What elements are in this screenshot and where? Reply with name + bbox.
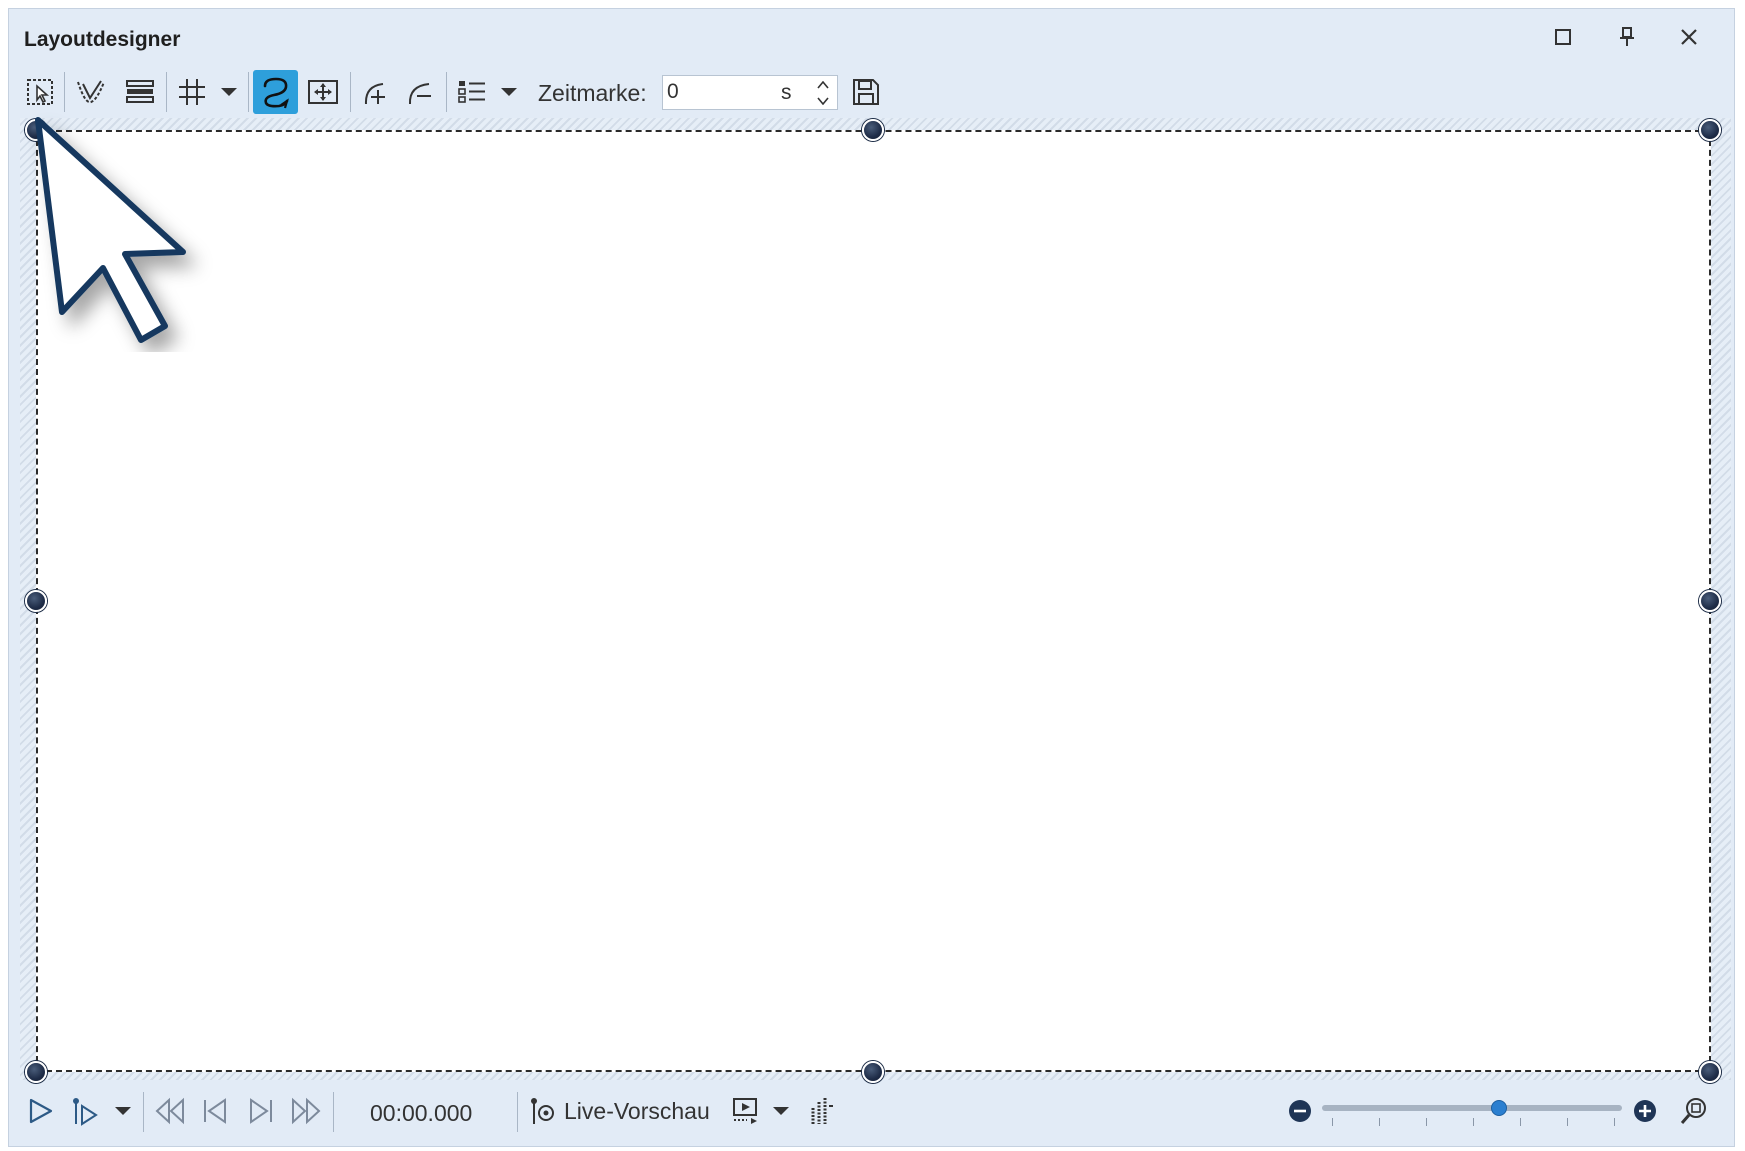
toolbar-separator	[64, 72, 65, 112]
zeitmarke-field[interactable]: s	[662, 75, 838, 110]
spin-up-button[interactable]	[813, 77, 833, 92]
zoom-tick	[1614, 1118, 1615, 1126]
preview-mode-button[interactable]	[726, 1090, 766, 1132]
toolbar-separator	[517, 1092, 518, 1132]
zeitmarke-label: Zeitmarke:	[538, 80, 647, 106]
pointer-cursor-icon	[35, 117, 186, 343]
spin-down-button[interactable]	[813, 93, 833, 108]
previous-frame-icon	[204, 1098, 226, 1124]
close-button[interactable]	[1674, 22, 1704, 52]
dropdown-arrow-icon	[115, 1107, 131, 1115]
resize-handle-bottom-right[interactable]	[1699, 1061, 1721, 1083]
remove-node-button[interactable]	[400, 70, 440, 114]
zeitmarke-unit: s	[781, 81, 792, 104]
fast-forward-button[interactable]	[286, 1090, 326, 1132]
save-button[interactable]	[846, 70, 886, 114]
list-dropdown-button[interactable]	[496, 70, 522, 114]
zoom-slider[interactable]	[1322, 1100, 1622, 1140]
live-preview-button[interactable]: Live-Vorschau	[530, 1090, 710, 1132]
zoom-tick	[1426, 1118, 1427, 1126]
resize-handle-middle-right[interactable]	[1699, 590, 1721, 612]
dropdown-arrow-icon	[221, 88, 237, 96]
zoom-out-icon	[1289, 1100, 1311, 1122]
preview-dropdown-button[interactable]	[768, 1090, 794, 1132]
path-curve-icon	[263, 77, 289, 109]
dropdown-arrow-icon	[773, 1107, 789, 1115]
add-node-button[interactable]	[356, 70, 396, 114]
dropdown-arrow-icon	[501, 88, 517, 96]
previous-frame-button[interactable]	[196, 1090, 234, 1132]
select-tool-button[interactable]	[22, 70, 58, 114]
play-icon	[29, 1098, 53, 1124]
node-edit-icon	[77, 80, 105, 104]
next-frame-button[interactable]	[242, 1090, 280, 1132]
list-icon	[458, 81, 485, 103]
zoom-slider-knob[interactable]	[1491, 1100, 1507, 1116]
resize-handle-top-right[interactable]	[1699, 119, 1721, 141]
audio-levels-icon	[811, 1098, 833, 1124]
audio-levels-button[interactable]	[804, 1090, 840, 1132]
preview-screen-icon	[733, 1098, 757, 1124]
maximize-button[interactable]	[1548, 22, 1578, 52]
playback-time: 00:00.000	[370, 1100, 473, 1126]
path-curve-button[interactable]	[253, 70, 298, 114]
toolbar-separator	[333, 1092, 334, 1132]
rewind-icon	[155, 1097, 184, 1125]
layers-button[interactable]	[120, 70, 160, 114]
zoom-in-icon	[1634, 1100, 1656, 1122]
layers-icon	[126, 80, 154, 103]
keyframe-frame-button[interactable]	[303, 70, 343, 114]
play-dropdown-button[interactable]	[110, 1090, 136, 1132]
play-from-marker-icon	[73, 1098, 98, 1126]
resize-handle-top-center[interactable]	[862, 119, 884, 141]
toolbar-separator	[350, 72, 351, 112]
zoom-fit-icon	[1680, 1098, 1706, 1124]
pin-button[interactable]	[1612, 22, 1642, 52]
resize-handle-bottom-left[interactable]	[25, 1061, 47, 1083]
play-from-marker-button[interactable]	[68, 1090, 104, 1132]
zeitmarke-input[interactable]	[667, 78, 777, 106]
select-icon	[27, 79, 53, 105]
list-button[interactable]	[452, 70, 492, 114]
layout-canvas[interactable]	[36, 130, 1711, 1072]
toolbar-separator	[248, 72, 249, 112]
zoom-fit-button[interactable]	[1676, 1090, 1712, 1132]
zoom-tick	[1379, 1118, 1380, 1126]
play-button[interactable]	[20, 1090, 60, 1132]
zoom-tick	[1332, 1118, 1333, 1126]
zoom-tick	[1567, 1118, 1568, 1126]
maximize-icon	[1555, 29, 1571, 45]
window-title: Layoutdesigner	[24, 28, 181, 51]
zoom-tick	[1520, 1118, 1521, 1126]
zoom-slider-track	[1322, 1105, 1622, 1111]
grid-icon	[179, 79, 205, 105]
zoom-tick	[1473, 1118, 1474, 1126]
live-preview-label: Live-Vorschau	[564, 1097, 710, 1124]
zoom-slider-ticks	[1322, 1118, 1622, 1128]
close-icon	[1681, 29, 1697, 45]
keyframe-frame-icon	[308, 80, 338, 104]
node-edit-button[interactable]	[71, 70, 111, 114]
save-icon	[853, 79, 879, 105]
spin-down-icon	[817, 96, 829, 105]
toolbar-separator	[446, 72, 447, 112]
spin-up-icon	[817, 80, 829, 89]
next-frame-icon	[250, 1098, 272, 1124]
zoom-in-button[interactable]	[1630, 1090, 1660, 1132]
live-preview-icon	[531, 1098, 554, 1124]
grid-dropdown-button[interactable]	[216, 70, 242, 114]
resize-handle-middle-left[interactable]	[25, 590, 47, 612]
fast-forward-icon	[292, 1097, 321, 1125]
grid-button[interactable]	[172, 70, 212, 114]
rewind-button[interactable]	[150, 1090, 190, 1132]
toolbar-separator	[143, 1092, 144, 1132]
zoom-out-button[interactable]	[1285, 1090, 1315, 1132]
resize-handle-bottom-center[interactable]	[862, 1061, 884, 1083]
pin-icon	[1620, 27, 1634, 46]
remove-node-icon	[408, 83, 431, 105]
add-node-icon	[364, 83, 385, 105]
toolbar-separator	[166, 72, 167, 112]
